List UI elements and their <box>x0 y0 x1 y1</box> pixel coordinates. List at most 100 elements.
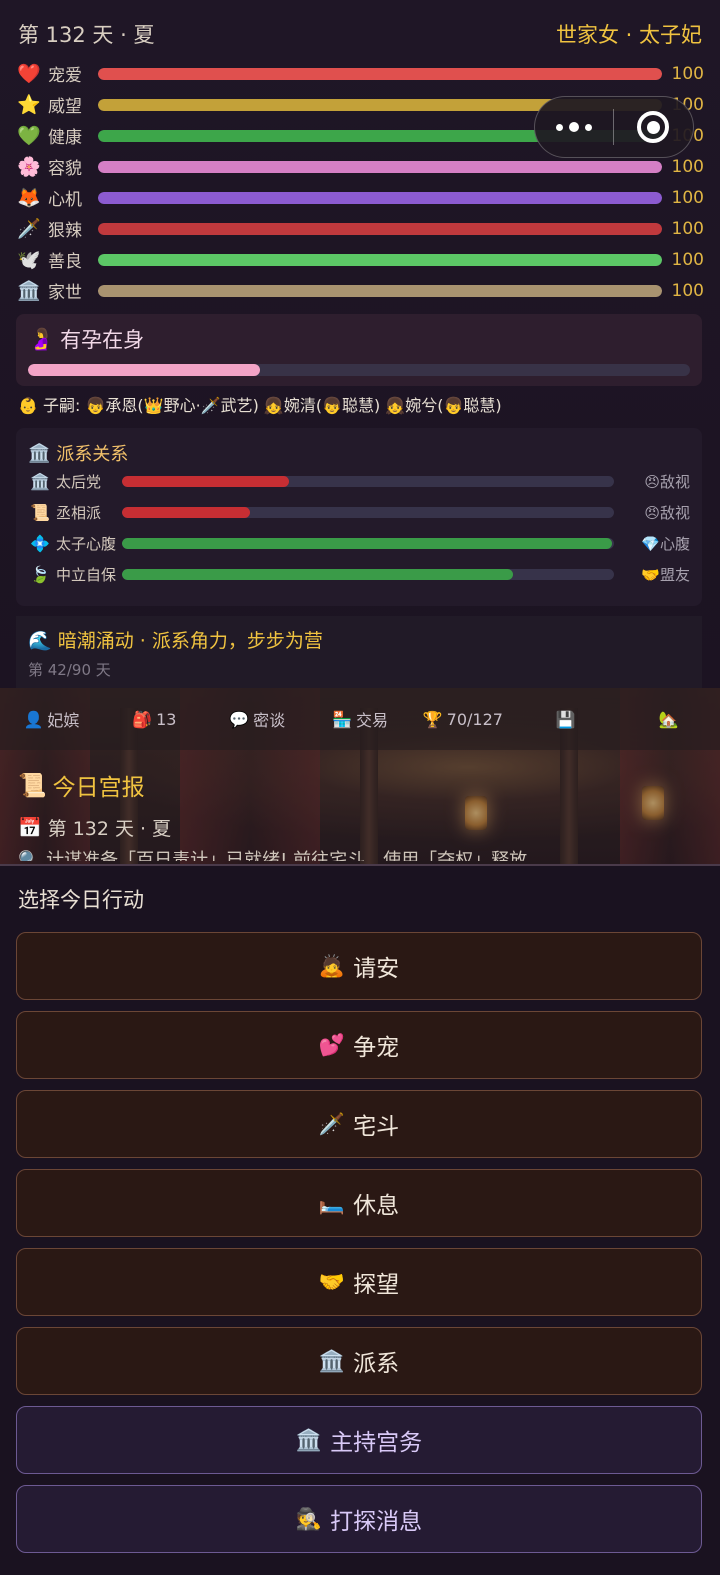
stat-name: 健康 <box>48 128 82 148</box>
scroll-icon: 📜 <box>18 772 47 799</box>
children-list: 👶 子嗣: 👦承恩(👑野心·🗡️武艺) 👧婉清(👦聪慧) 👧婉兮(👦聪慧) <box>18 396 502 415</box>
faction-row[interactable]: 📜 丞相派 😠敌视 <box>28 497 690 528</box>
toolbar-bag[interactable]: 🎒 13 <box>103 710 206 729</box>
action-visit-button[interactable]: 🤝 探望 <box>16 1248 702 1316</box>
action-button-label: 探望 <box>353 1272 400 1298</box>
stat-bar <box>98 191 662 204</box>
status-header: 第 132 天 · 夏 世家女 · 太子妃 <box>18 18 702 50</box>
action-intrigue-button[interactable]: 🗡️ 宅斗 <box>16 1090 702 1158</box>
stat-name: 善良 <box>48 252 82 272</box>
scroll-icon: 📜 <box>30 503 50 522</box>
faction-bar-fill <box>122 538 612 549</box>
pregnancy-card: 🤰 有孕在身 <box>16 314 702 386</box>
stat-value: 100 <box>671 156 704 177</box>
classical-building-icon: 🏛️ <box>17 280 41 302</box>
faction-relation: 💎心腹 <box>641 535 690 553</box>
action-compete-favor-button[interactable]: 💕 争宠 <box>16 1011 702 1079</box>
news-line: 🔍 计谋准备「百日毒计」已就绪! 前往宅斗，使用「夺权」释放 <box>18 850 528 861</box>
faction-bar <box>122 507 614 518</box>
toolbar-achievements[interactable]: 🏆 70/127 <box>411 710 514 729</box>
toolbar-concubines[interactable]: 👤 妃嫔 <box>0 707 103 731</box>
stat-name: 威望 <box>48 97 82 117</box>
news-title: 今日宫报 <box>52 775 145 801</box>
action-greet-button[interactable]: 🙇 请安 <box>16 932 702 1000</box>
faction-bar <box>122 538 614 549</box>
action-button-label: 争宠 <box>353 1035 400 1061</box>
action-gather-intel-button[interactable]: 🕵️ 打探消息 <box>16 1485 702 1553</box>
faction-bar-fill <box>122 507 250 518</box>
fox-icon: 🦊 <box>17 187 41 209</box>
pregnancy-progress-bar <box>28 364 690 376</box>
toolbar-label: 13 <box>156 709 177 729</box>
trophy-icon: 🏆 <box>422 709 443 729</box>
faction-row[interactable]: 🏛️ 太后党 😠敌视 <box>28 466 690 497</box>
diamond-icon: 💠 <box>30 534 50 553</box>
stat-bar-fill <box>98 284 662 297</box>
classical-building-icon: 🏛️ <box>295 1427 323 1452</box>
rank-label: 世家女 · 太子妃 <box>555 23 702 47</box>
faction-name: 太后党 <box>56 473 102 491</box>
classical-building-icon: 🏛️ <box>28 442 51 464</box>
toolbar-label: 密谈 <box>253 711 286 730</box>
faction-bar-fill <box>122 476 290 487</box>
faction-row[interactable]: 🍃 中立自保 🤝盟友 <box>28 559 690 590</box>
pregnancy-progress-fill <box>28 364 260 376</box>
faction-relations-panel: 🏛️ 派系关系 🏛️ 太后党 😠敌视 📜 丞相派 😠敌视 💠 太子心腹 💎心腹 🍃 中立自保 🤝盟友 <box>16 428 702 606</box>
stat-row: 🦊 心机 100 <box>16 182 704 213</box>
stat-value: 100 <box>671 249 704 270</box>
stat-bar <box>98 160 662 173</box>
stat-row: 🗡️ 狠辣 100 <box>16 213 704 244</box>
stat-bar-fill <box>98 160 662 173</box>
stat-name: 宠爱 <box>48 66 82 86</box>
more-options-icon[interactable] <box>535 122 613 132</box>
faction-panel-title: 派系关系 <box>56 444 129 465</box>
stat-bar-fill <box>98 191 662 204</box>
speech-bubble-icon: 💬 <box>229 709 250 729</box>
heart-icon: ❤️ <box>17 63 41 85</box>
faction-bar-fill <box>122 569 514 580</box>
action-button-label: 派系 <box>353 1351 400 1377</box>
stat-bar <box>98 67 662 80</box>
faction-name: 太子心腹 <box>56 535 117 553</box>
classical-building-icon: 🏛️ <box>318 1348 346 1373</box>
handshake-icon: 🤝 <box>318 1269 346 1294</box>
toolbar-trade[interactable]: 🏪 交易 <box>309 707 412 731</box>
app-root: 第 132 天 · 夏 世家女 · 太子妃 ❤️ 宠爱 100 ⭐ 威望 100 💚 健康 10… <box>0 0 720 1575</box>
stat-bar-fill <box>98 222 662 235</box>
faction-name: 中立自保 <box>56 566 117 584</box>
faction-row[interactable]: 💠 太子心腹 💎心腹 <box>28 528 690 559</box>
action-panel: 选择今日行动 🙇 请安 💕 争宠 🗡️ 宅斗 🛏️ 休息 🤝 探望 🏛️ 派系 🏛️ 主持宫务 🕵️ 打探消息 <box>0 864 720 1575</box>
leaf-icon: 🍃 <box>30 565 50 584</box>
backpack-icon: 🎒 <box>132 709 153 729</box>
floppy-disk-icon: 💾 <box>555 709 576 729</box>
action-manage-palace-button[interactable]: 🏛️ 主持宫务 <box>16 1406 702 1474</box>
stat-bar-fill <box>98 253 662 266</box>
bowing-person-icon: 🙇 <box>318 953 346 978</box>
toolbar-home[interactable]: 🏡 <box>617 710 720 729</box>
faction-relation: 😠敌视 <box>644 473 690 491</box>
faction-bar <box>122 569 614 580</box>
house-icon: 🏡 <box>658 709 679 729</box>
faction-bar <box>122 476 614 487</box>
toolbar-secret-talk[interactable]: 💬 密谈 <box>206 707 309 731</box>
action-button-label: 宅斗 <box>353 1114 400 1140</box>
stat-bar <box>98 222 662 235</box>
action-button-label: 主持宫务 <box>330 1430 423 1456</box>
faction-relation: 😠敌视 <box>644 504 690 522</box>
action-faction-button[interactable]: 🏛️ 派系 <box>16 1327 702 1395</box>
shop-icon: 🏪 <box>332 709 352 729</box>
toolbar-save[interactable]: 💾 <box>514 710 617 729</box>
event-title: 🌊 暗潮涌动 · 派系角力，步步为营 <box>28 630 323 652</box>
faction-name: 丞相派 <box>56 504 102 522</box>
action-button-label: 打探消息 <box>330 1509 423 1535</box>
stat-bar-fill <box>98 67 662 80</box>
stat-row: 🏛️ 家世 100 <box>16 275 704 306</box>
action-button-label: 请安 <box>353 956 400 982</box>
stat-name: 容貌 <box>48 159 82 179</box>
calendar-icon: 📅 <box>18 817 42 839</box>
close-miniprogram-icon[interactable] <box>614 111 694 143</box>
action-rest-button[interactable]: 🛏️ 休息 <box>16 1169 702 1237</box>
stat-name: 心机 <box>48 190 82 210</box>
toolbar-label: 妃嫔 <box>47 711 80 730</box>
toolbar-label: 70/127 <box>446 709 503 729</box>
